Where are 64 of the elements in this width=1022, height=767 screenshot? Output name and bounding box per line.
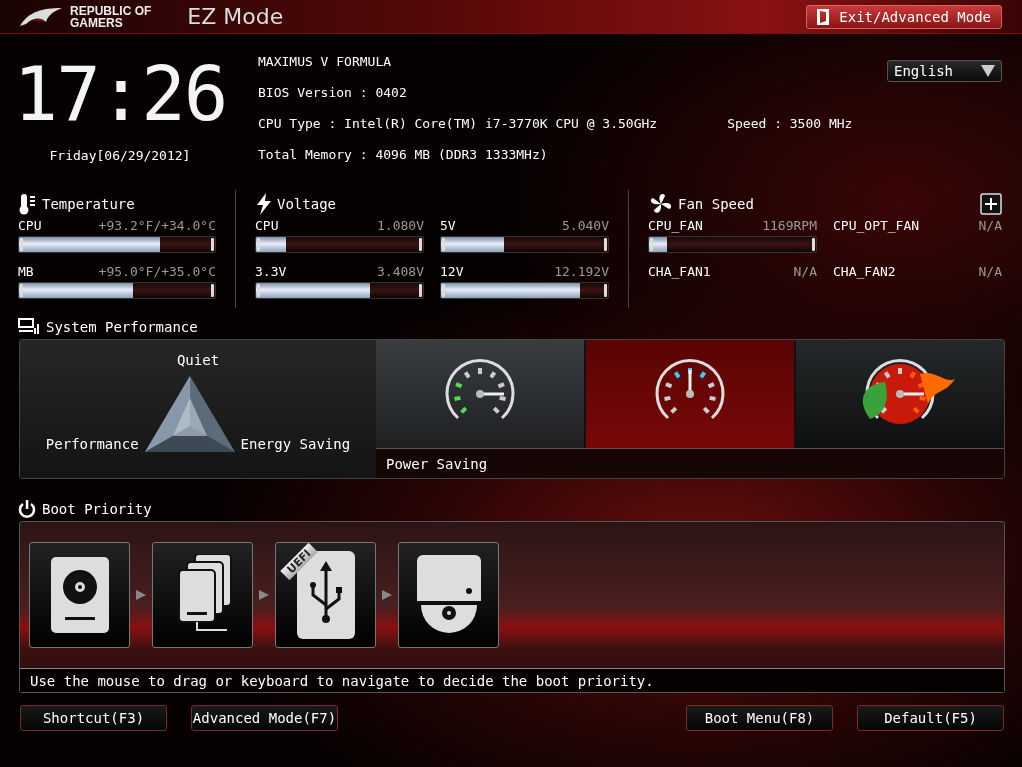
sensor-name: CHA_FAN2 [833, 264, 896, 279]
thermometer-icon [18, 193, 38, 215]
monitor-group-title: Temperature [42, 196, 135, 212]
monitor-group-title: Voltage [277, 196, 336, 212]
sensor-reading: +93.2°F/+34.0°C [98, 218, 216, 233]
sensor-reading: 3.408V [377, 264, 424, 279]
triangle-label: Performance [45, 436, 139, 452]
boot-device[interactable] [152, 542, 253, 648]
sensor-name: MB [18, 264, 34, 279]
sensor-reading: 5.040V [562, 218, 609, 233]
function-key-button[interactable]: Default(F5) [857, 705, 1004, 731]
clock-date: Friday[06/29/2012] [49, 148, 191, 163]
function-key-button[interactable]: Advanced Mode(F7) [191, 705, 338, 731]
fan-icon [648, 192, 674, 216]
sensor-name: CHA_FAN1 [648, 264, 711, 279]
triangle-label: Energy Saving [240, 436, 351, 452]
performance-mode-name: Power Saving [376, 448, 1004, 478]
brand-name: REPUBLIC OF GAMERS [70, 4, 152, 29]
arrow-icon [381, 589, 393, 601]
sensor-reading: 12.192V [554, 264, 609, 279]
cpu-type: CPU Type : Intel(R) Core(TM) i7-3770K CPU @ 3.50GHz [258, 116, 658, 131]
power-icon [18, 500, 36, 518]
sensor-reading: N/A [978, 264, 1002, 279]
performance-chart-icon [18, 318, 40, 336]
boot-hint: Use the mouse to drag or keyboard to navigate to decide the boot priority. [20, 668, 1004, 692]
sensor-reading: 1169RPM [762, 218, 817, 233]
total-memory: Total Memory : 4096 MB (DDR3 1333MHz) [258, 147, 549, 162]
sensor-name: 3.3V [255, 264, 287, 279]
function-key-button[interactable]: Shortcut(F3) [20, 705, 167, 731]
clock-time: 17:26 [13, 52, 227, 136]
monitor-group-title: Fan Speed [678, 196, 754, 212]
sensor-name: CPU_FAN [648, 218, 703, 233]
pyramid-icon [144, 376, 235, 452]
performance-mode-tile[interactable] [376, 340, 584, 448]
mode-title: EZ Mode [187, 4, 284, 29]
boot-device[interactable] [29, 542, 130, 648]
sensor-name: 5V [440, 218, 456, 233]
bios-version: BIOS Version : 0402 [258, 85, 408, 100]
board-model: MAXIMUS V FORMULA [258, 54, 393, 69]
section-title: Boot Priority [42, 501, 152, 517]
section-title: System Performance [46, 319, 198, 335]
boot-device[interactable] [398, 542, 499, 648]
sensor-name: 12V [440, 264, 464, 279]
sensor-name: CPU [18, 218, 42, 233]
sensor-name: CPU [255, 218, 279, 233]
language-dropdown[interactable]: English [887, 60, 1002, 82]
triangle-label: Quiet [176, 352, 220, 368]
sensor-reading: 1.080V [377, 218, 424, 233]
hard-drive-icon [50, 557, 109, 633]
arrow-icon [258, 589, 270, 601]
sensor-reading: N/A [978, 218, 1002, 233]
door-icon [817, 8, 830, 25]
cpu-speed: Speed : 3500 MHz [727, 116, 853, 131]
dropdown-arrow-icon [981, 65, 995, 77]
lightning-icon [255, 193, 273, 215]
sensor-reading: +95.0°F/+35.0°C [98, 264, 216, 279]
plus-icon[interactable] [980, 193, 1002, 215]
function-key-button[interactable]: Boot Menu(F8) [686, 705, 833, 731]
arrow-icon [135, 589, 147, 601]
sensor-reading: N/A [793, 264, 817, 279]
performance-mode-tile[interactable] [586, 340, 794, 448]
exit-advanced-mode-button[interactable]: Exit/Advanced Mode [806, 4, 1002, 29]
optical-drive-icon [416, 555, 481, 635]
sensor-name: CPU_OPT_FAN [833, 218, 920, 233]
